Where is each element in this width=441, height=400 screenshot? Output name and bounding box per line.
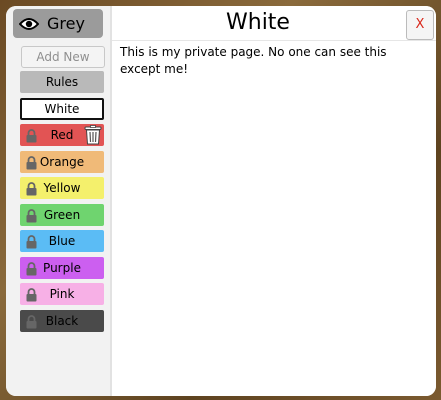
sidebar-item-label: Black <box>45 313 79 328</box>
lock-icon <box>25 155 38 169</box>
notes-panel: Grey Add New Rules White Red Orange Yellow Gr… <box>6 6 436 396</box>
sidebar-item-label: Green <box>43 207 81 222</box>
eye-icon <box>19 17 39 31</box>
sidebar-item-pink[interactable]: Pink <box>20 283 104 305</box>
sidebar-item-yellow[interactable]: Yellow <box>20 177 104 199</box>
lock-icon <box>25 261 38 275</box>
sidebar-item-white[interactable]: White <box>20 97 104 120</box>
sidebar-item-label: Yellow <box>43 181 81 195</box>
sidebar-item-label: Blue <box>48 234 76 248</box>
sidebar-item-label: Purple <box>43 260 81 275</box>
sidebar-item-label: White <box>44 101 80 116</box>
sidebar: Grey Add New Rules White Red Orange Yellow Gr… <box>6 6 110 396</box>
page-title: White <box>226 10 290 35</box>
sidebar-item-purple[interactable]: Purple <box>20 256 104 279</box>
add-new-button[interactable]: Add New <box>21 46 105 68</box>
close-button[interactable]: X <box>406 10 434 40</box>
owner-name: Grey <box>47 14 85 33</box>
page-content[interactable]: This is my private page. No one can see … <box>120 44 430 78</box>
trash-icon[interactable] <box>84 125 102 145</box>
sidebar-item-label: Pink <box>49 287 75 301</box>
sidebar-item-red[interactable]: Red <box>20 124 104 146</box>
lock-icon <box>25 287 38 302</box>
lock-icon <box>25 181 38 196</box>
sidebar-item-green[interactable]: Green <box>20 203 104 226</box>
sidebar-item-rules[interactable]: Rules <box>20 71 104 93</box>
sidebar-item-orange[interactable]: Orange <box>20 150 104 173</box>
sidebar-item-black[interactable]: Black <box>20 309 104 332</box>
sidebar-item-blue[interactable]: Blue <box>20 230 104 252</box>
sidebar-item-label: Red <box>50 128 74 142</box>
lock-icon <box>25 234 38 249</box>
sidebar-item-label: Orange <box>39 154 85 169</box>
lock-icon <box>25 128 38 143</box>
title-divider <box>112 40 436 41</box>
page-view: White X This is my private page. No one … <box>110 6 436 396</box>
lock-icon <box>25 314 38 328</box>
lock-icon <box>25 208 38 222</box>
visibility-toggle-button[interactable]: Grey <box>13 9 103 38</box>
page-list: Rules White Red Orange Yellow Green Blue Purple… <box>20 71 104 336</box>
sidebar-item-label: Rules <box>45 75 79 89</box>
